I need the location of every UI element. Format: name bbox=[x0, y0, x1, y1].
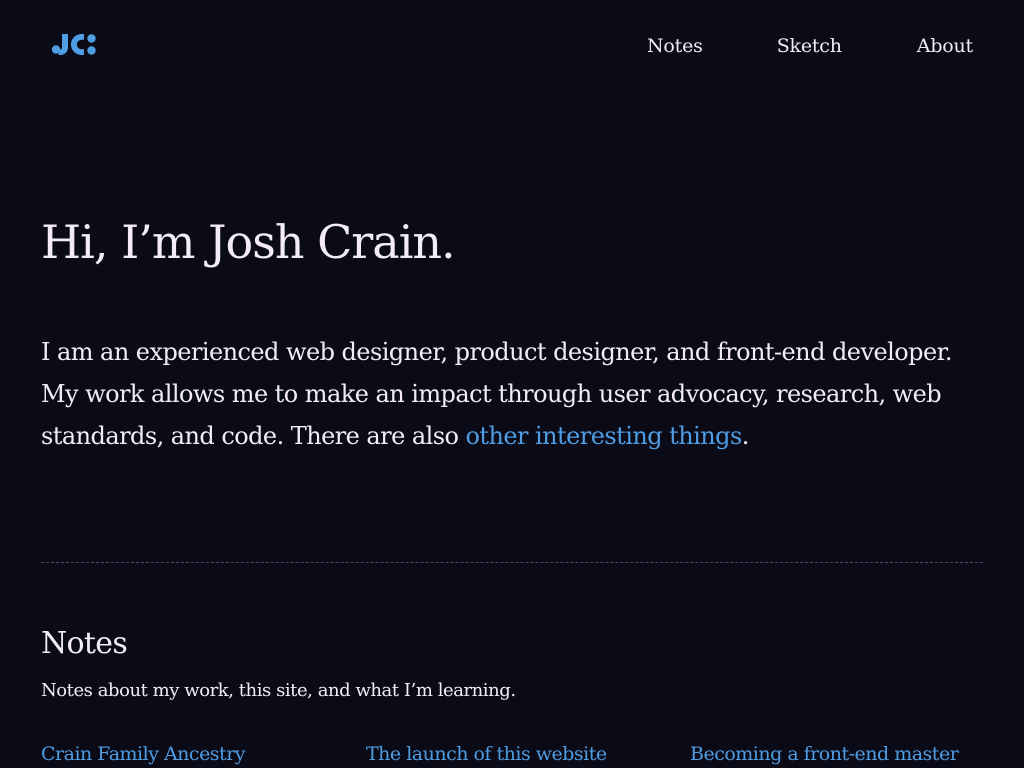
note-link-crain-family-ancestry[interactable]: Crain Family Ancestry bbox=[41, 741, 246, 767]
main-nav: Notes Sketch About bbox=[647, 34, 973, 58]
section-divider bbox=[41, 562, 983, 563]
notes-heading: Notes bbox=[41, 626, 128, 661]
site-header: Notes Sketch About bbox=[0, 0, 1024, 90]
note-link-website-launch[interactable]: The launch of this website bbox=[366, 741, 607, 767]
interesting-things-link[interactable]: other interesting things bbox=[465, 422, 742, 450]
home-page: Notes Sketch About Hi, I’m Josh Crain. I… bbox=[0, 0, 1024, 768]
notes-description: Notes about my work, this site, and what… bbox=[41, 680, 516, 701]
jc-logo-icon[interactable] bbox=[51, 31, 97, 55]
nav-link-sketch[interactable]: Sketch bbox=[777, 34, 842, 58]
page-title: Hi, I’m Josh Crain. bbox=[41, 215, 456, 269]
intro-paragraph: I am an experienced web designer, produc… bbox=[41, 331, 983, 457]
nav-link-notes[interactable]: Notes bbox=[647, 34, 703, 58]
note-link-front-end-master[interactable]: Becoming a front-end master bbox=[690, 741, 959, 767]
nav-link-about[interactable]: About bbox=[917, 34, 973, 58]
intro-period: . bbox=[741, 422, 750, 450]
